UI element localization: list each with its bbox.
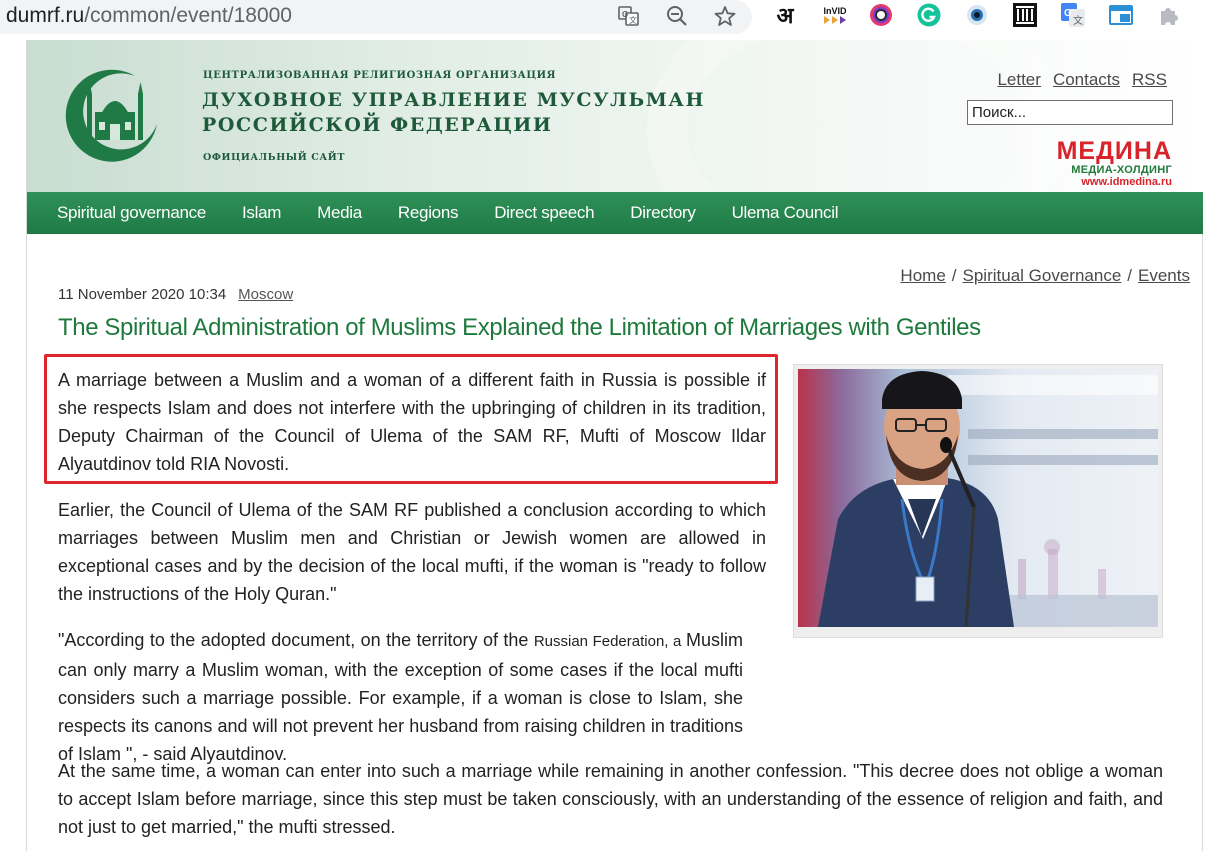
translate-icon[interactable]: G文	[616, 3, 642, 29]
search-input[interactable]	[967, 100, 1173, 125]
article-title: The Spiritual Administration of Muslims …	[58, 314, 981, 341]
eye-ext-icon[interactable]	[964, 2, 990, 28]
mufti-photo	[798, 369, 1158, 627]
org-title[interactable]: Духовное управление мусульман Российской…	[202, 88, 722, 138]
address-bar[interactable]: dumrf.ru/common/event/18000 G文	[0, 0, 752, 34]
paragraph-3-rest: Muslim can only marry a Muslim woman, wi…	[58, 630, 743, 764]
nav-direct-speech[interactable]: Direct speech	[494, 203, 594, 223]
article-photo[interactable]	[793, 364, 1163, 638]
svg-text:G: G	[622, 10, 628, 19]
org-title-line2: Российской Федерации	[202, 114, 553, 136]
medina-tagline: МЕДИА-ХОЛДИНГ	[1071, 164, 1172, 176]
grammarly-icon[interactable]	[916, 2, 942, 28]
article-paragraph-4: At the same time, a woman can enter into…	[58, 761, 1163, 837]
nav-ulema-council[interactable]: Ulema Council	[732, 203, 839, 223]
star-icon[interactable]	[712, 3, 738, 29]
article-location-link[interactable]: Moscow	[238, 286, 293, 303]
nav-spiritual-governance[interactable]: Spiritual governance	[57, 203, 206, 223]
paragraph-3-start: "According to the adopted document, on t…	[58, 630, 534, 650]
hindi-ext-label: अ	[776, 3, 794, 28]
color-ext-icon[interactable]	[868, 2, 894, 28]
google-translate-icon[interactable]: G文	[1060, 2, 1086, 28]
svg-text:文: 文	[629, 15, 637, 25]
photo-illustration	[798, 369, 1158, 627]
article-paragraph-1: A marriage between a Muslim and a woman …	[58, 370, 766, 474]
svg-text:文: 文	[1073, 14, 1083, 27]
breadcrumb-spiritual-governance[interactable]: Spiritual Governance	[963, 266, 1122, 285]
url-domain: dumrf.ru	[6, 4, 85, 27]
letter-link[interactable]: Letter	[997, 70, 1040, 90]
puzzle-icon[interactable]	[1156, 2, 1182, 28]
medina-banner[interactable]: МЕДИНА МЕДИА-ХОЛДИНГ www.idmedina.ru	[1032, 138, 1172, 189]
breadcrumb: Home / Spiritual Governance / Events	[900, 266, 1190, 286]
float-spacer	[765, 626, 1163, 716]
top-links: Letter Contacts RSS	[997, 70, 1167, 90]
nav-directory[interactable]: Directory	[630, 203, 696, 223]
medina-name: МЕДИНА	[1056, 137, 1172, 165]
breadcrumb-events[interactable]: Events	[1138, 266, 1190, 285]
breadcrumb-separator: /	[1127, 266, 1133, 285]
archive-icon[interactable]	[1012, 2, 1038, 28]
official-site-label: Официальный сайт	[203, 152, 346, 163]
article-paragraph-3: "According to the adopted document, on t…	[58, 626, 1163, 768]
article-paragraph-2: Earlier, the Council of Ulema of the SAM…	[58, 500, 766, 604]
org-title-line1: Духовное управление мусульман	[202, 89, 706, 111]
browser-toolbar: dumrf.ru/common/event/18000 G文 अ InVID G…	[0, 0, 1210, 40]
org-tagline: Централизованная религиозная организация	[203, 70, 557, 81]
breadcrumb-separator: /	[951, 266, 957, 285]
article-meta: 11 November 2020 10:34 Moscow	[58, 286, 293, 303]
invid-ext-icon[interactable]: InVID	[820, 2, 850, 28]
breadcrumb-home[interactable]: Home	[900, 266, 945, 285]
svg-text:G: G	[1064, 8, 1072, 19]
paragraph-3-country: Russian Federation	[533, 633, 665, 650]
hindi-ext-icon[interactable]: अ	[772, 2, 798, 28]
nav-regions[interactable]: Regions	[398, 203, 459, 223]
contacts-link[interactable]: Contacts	[1053, 70, 1120, 90]
url-text[interactable]: dumrf.ru/common/event/18000	[6, 4, 292, 28]
zoom-out-icon[interactable]	[664, 3, 690, 29]
rss-link[interactable]: RSS	[1132, 70, 1167, 90]
page-container: Централизованная религиозная организация…	[26, 40, 1203, 851]
article-date: 11 November 2020 10:34	[58, 286, 227, 303]
invid-ext-label: InVID	[823, 6, 847, 16]
nav-islam[interactable]: Islam	[242, 203, 281, 223]
window-ext-icon[interactable]	[1108, 2, 1134, 28]
mosque-logo-icon[interactable]	[65, 66, 163, 164]
nav-media[interactable]: Media	[317, 203, 362, 223]
site-header: Централизованная религиозная организация…	[27, 40, 1203, 192]
main-nav: Spiritual governance Islam Media Regions…	[27, 192, 1203, 234]
url-path: /common/event/18000	[84, 4, 292, 27]
paragraph-3-comma: , a	[664, 633, 686, 650]
medina-url: www.idmedina.ru	[1081, 176, 1172, 188]
